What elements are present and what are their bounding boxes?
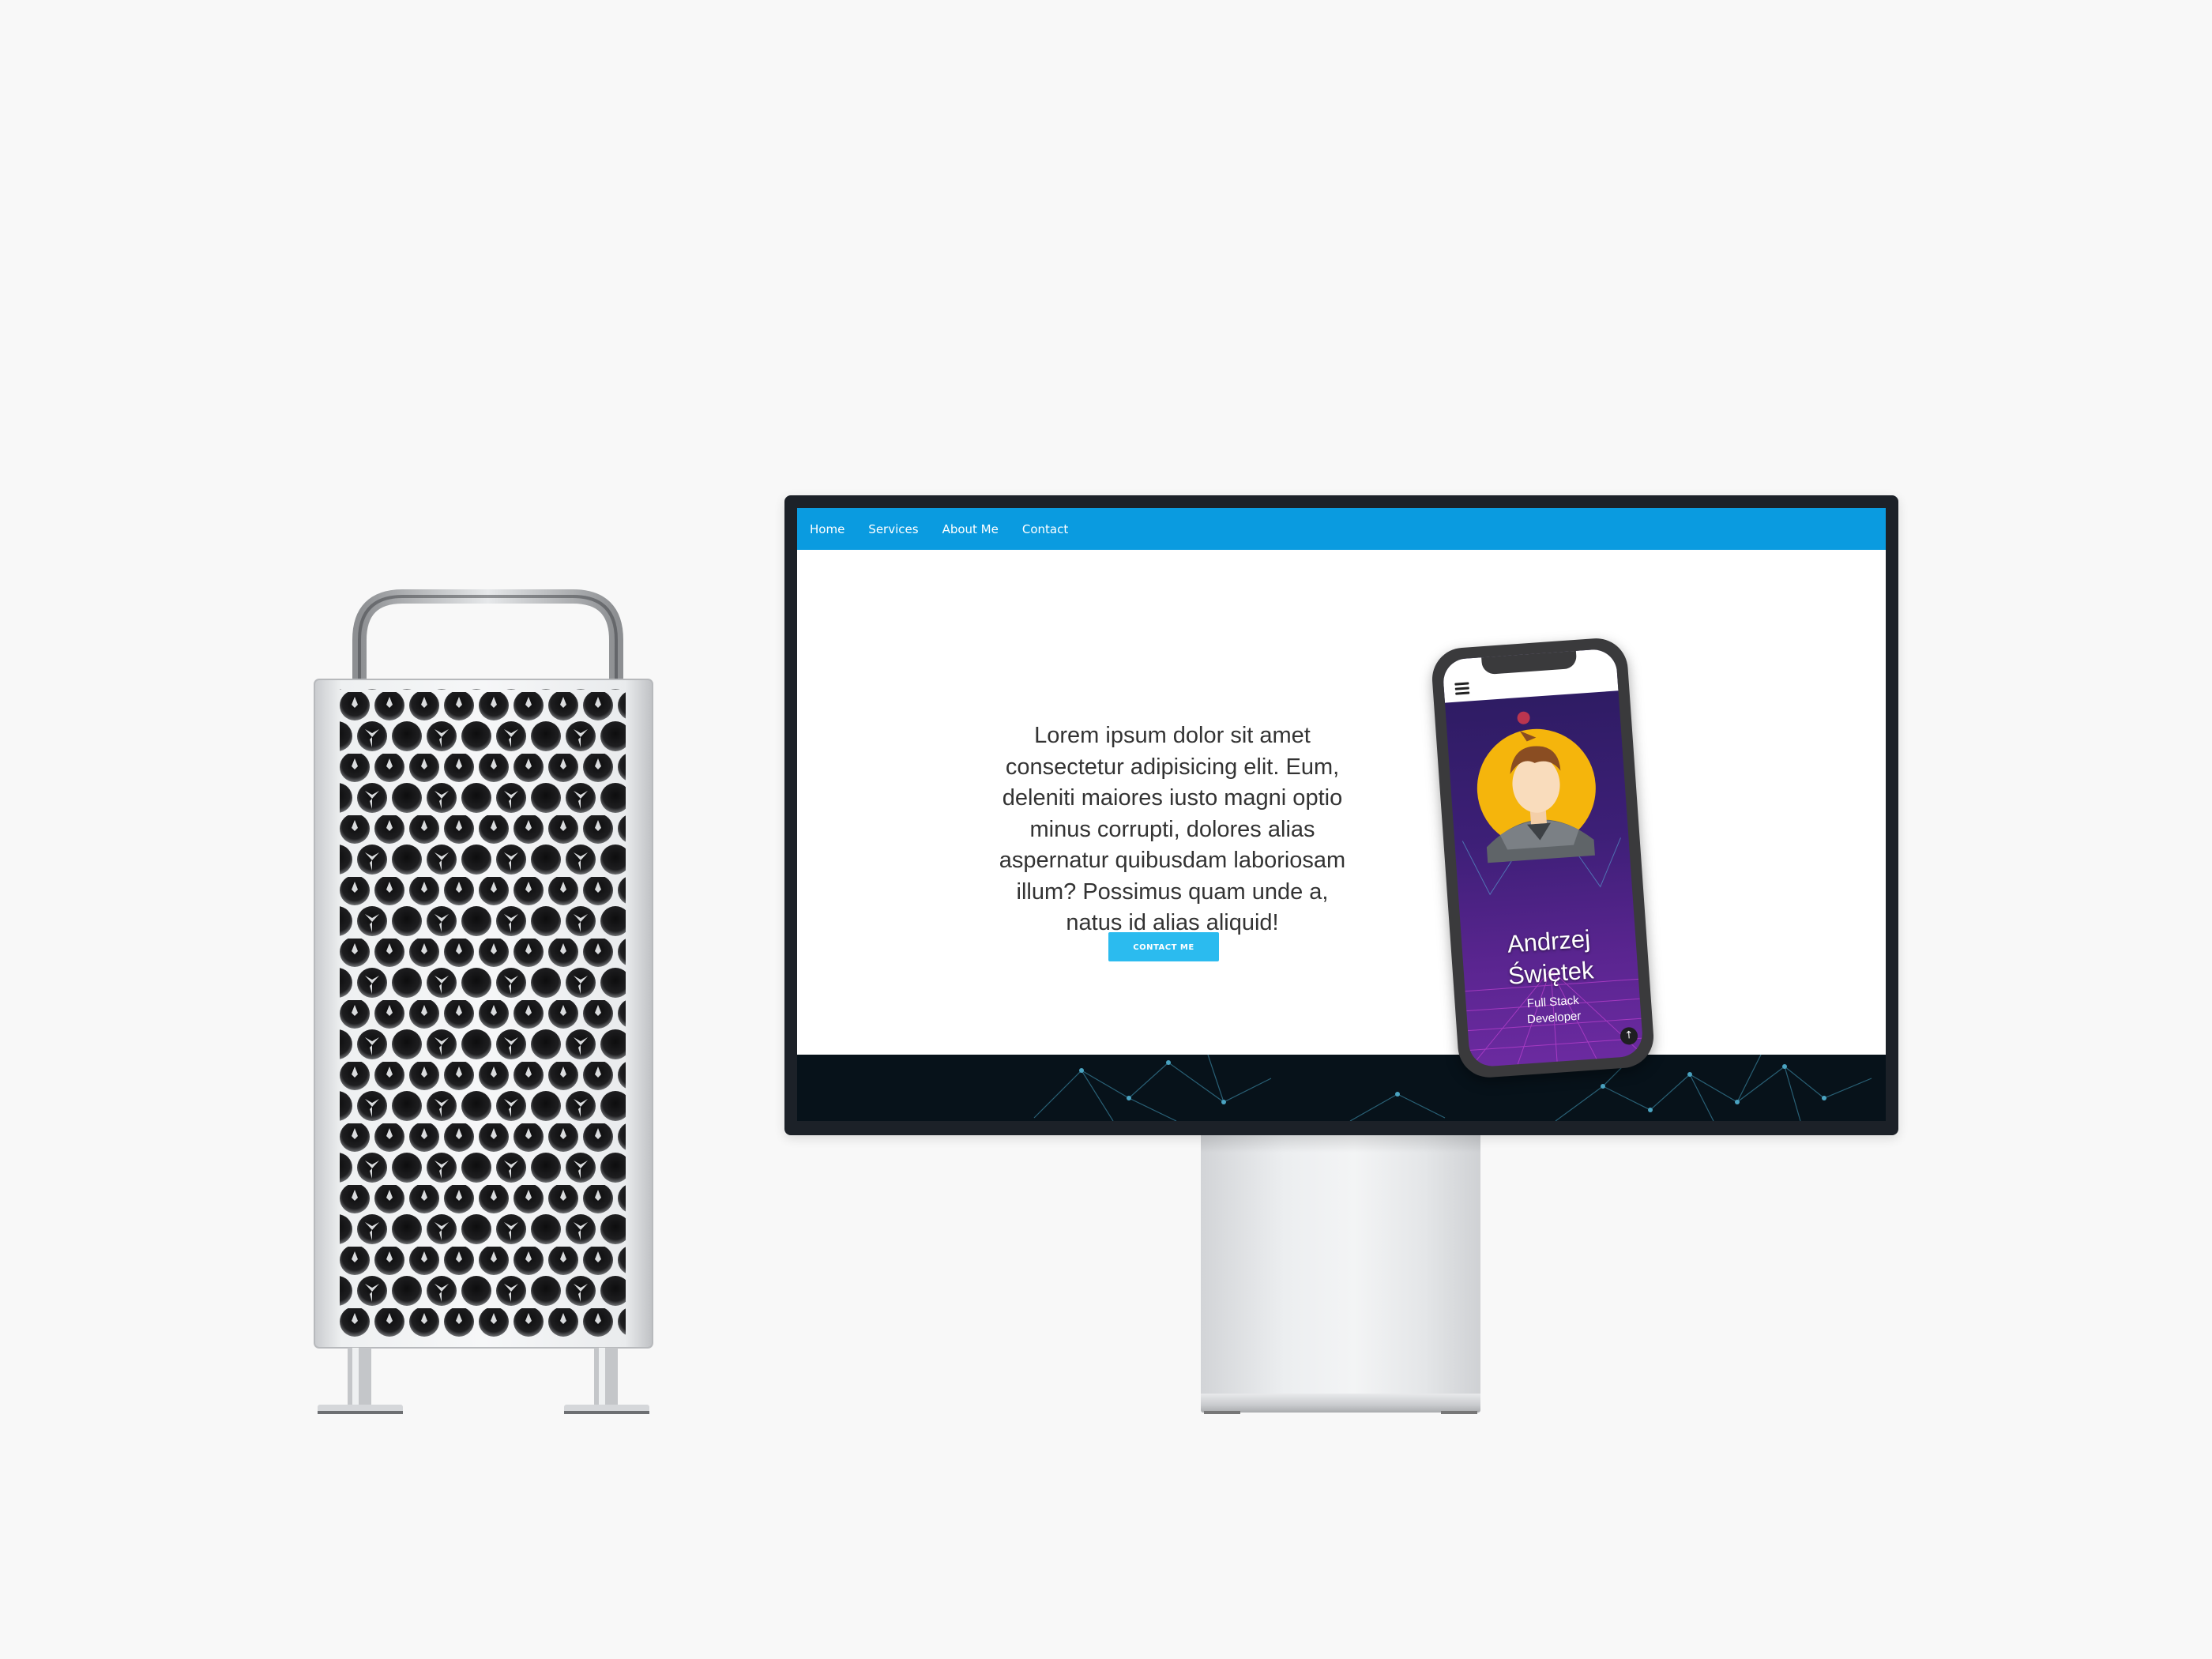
monitor-screen: Home Services About Me Contact Lorem ips… xyxy=(797,508,1886,1121)
nav-contact[interactable]: Contact xyxy=(1022,522,1068,536)
network-lines-graphic xyxy=(1033,1055,1872,1121)
network-background-strip xyxy=(797,1055,1886,1121)
stand-shadow xyxy=(1201,1135,1480,1153)
stand-foot-left xyxy=(1204,1411,1240,1414)
monitor-stand xyxy=(1201,1135,1480,1400)
phone-mockup: Andrzej Świętek Full Stack Developer ↑ xyxy=(1430,636,1665,1080)
hamburger-icon[interactable] xyxy=(1454,682,1470,695)
nav-services[interactable]: Services xyxy=(868,522,918,536)
stand-foot-right xyxy=(1441,1411,1477,1414)
mockup-stage: Home Services About Me Contact Lorem ips… xyxy=(0,0,2212,1659)
nav-about-me[interactable]: About Me xyxy=(942,522,999,536)
phone-screen: Andrzej Świętek Full Stack Developer ↑ xyxy=(1442,648,1644,1068)
phone-profile-name: Andrzej Świętek xyxy=(1461,920,1638,995)
nav-home[interactable]: Home xyxy=(810,522,845,536)
contact-me-button[interactable]: CONTACT ME xyxy=(1108,932,1219,961)
site-navbar: Home Services About Me Contact xyxy=(797,508,1886,550)
stand-base xyxy=(1201,1394,1480,1413)
hero-paragraph: Lorem ipsum dolor sit amet consectetur a… xyxy=(999,723,1346,935)
